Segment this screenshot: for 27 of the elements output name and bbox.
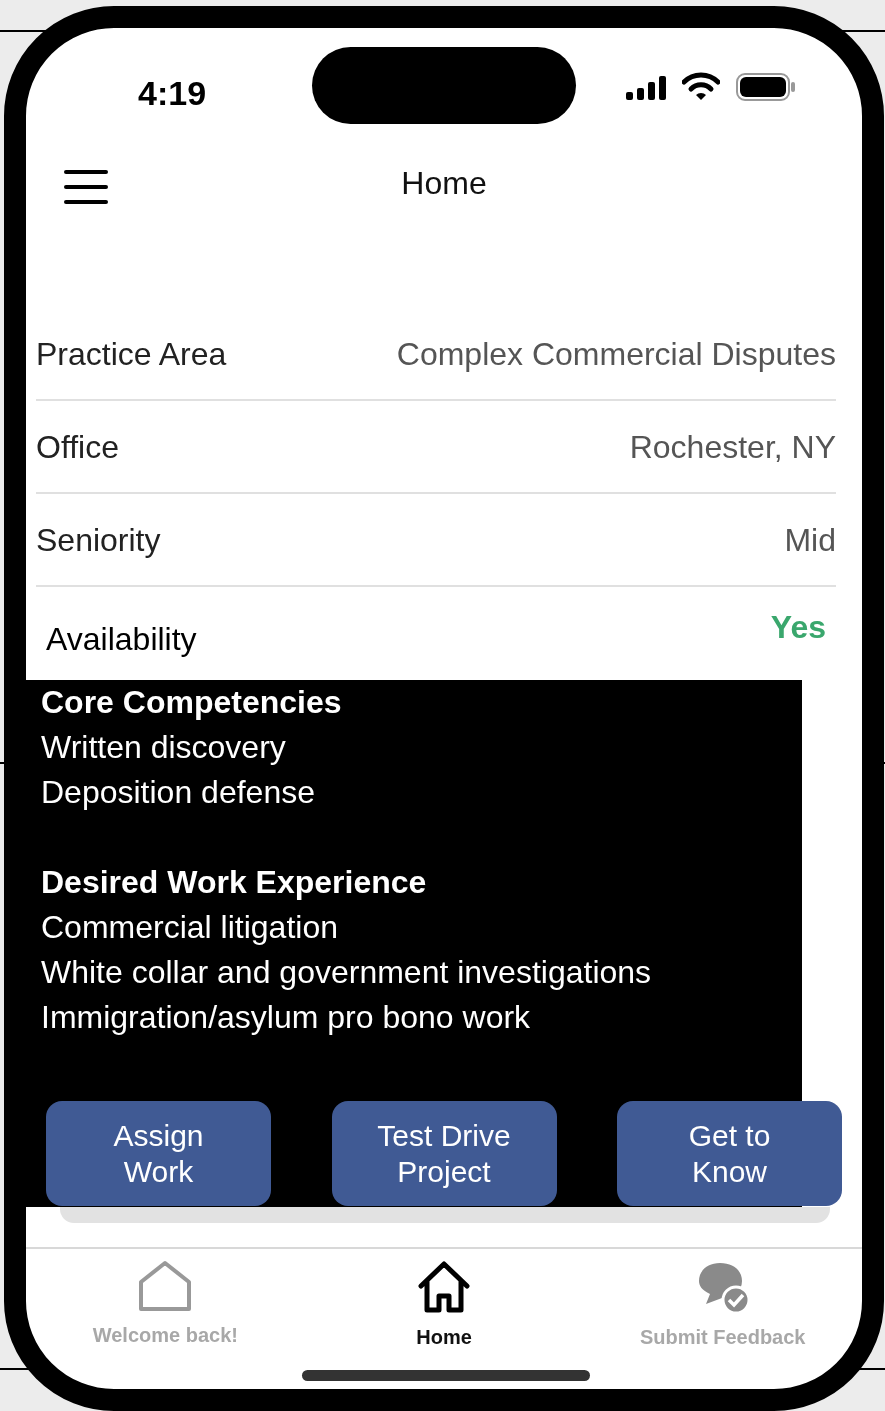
action-button[interactable]: Get to Know: [617, 1101, 842, 1206]
field-label: Office: [36, 427, 119, 467]
menu-button[interactable]: [64, 170, 108, 204]
action-button[interactable]: Assign Work: [46, 1101, 271, 1206]
action-button[interactable]: Test Drive Project: [331, 1101, 557, 1206]
field-value: Mid: [784, 520, 836, 560]
field-label: Availability: [45, 619, 197, 659]
status-time: 4:19: [138, 73, 207, 114]
list-item: Immigration/asylum pro bono work: [41, 998, 532, 1037]
home-icon: [417, 1260, 471, 1314]
wifi-icon: [682, 72, 720, 100]
availability-status: Yes: [770, 607, 827, 647]
field-value: Complex Commercial Disputes: [396, 334, 836, 374]
signal-icon: [626, 76, 668, 100]
section-heading: Core Competencies: [41, 683, 343, 722]
list-item: Commercial litigation: [41, 908, 339, 947]
field-value: Rochester, NY: [629, 427, 836, 467]
field-label: Practice Area: [36, 334, 227, 374]
field-label: Seniority: [36, 520, 161, 560]
battery-icon: [736, 73, 796, 101]
section-heading: Desired Work Experience: [41, 863, 428, 902]
list-item: White collar and government investigations: [41, 953, 653, 992]
home-outline-icon: [138, 1260, 193, 1312]
list-item: Written discovery: [41, 728, 287, 767]
list-item: Deposition defense: [41, 773, 316, 812]
nav-tab[interactable]: Home: [304, 1260, 584, 1352]
page-title: Home: [401, 164, 487, 203]
